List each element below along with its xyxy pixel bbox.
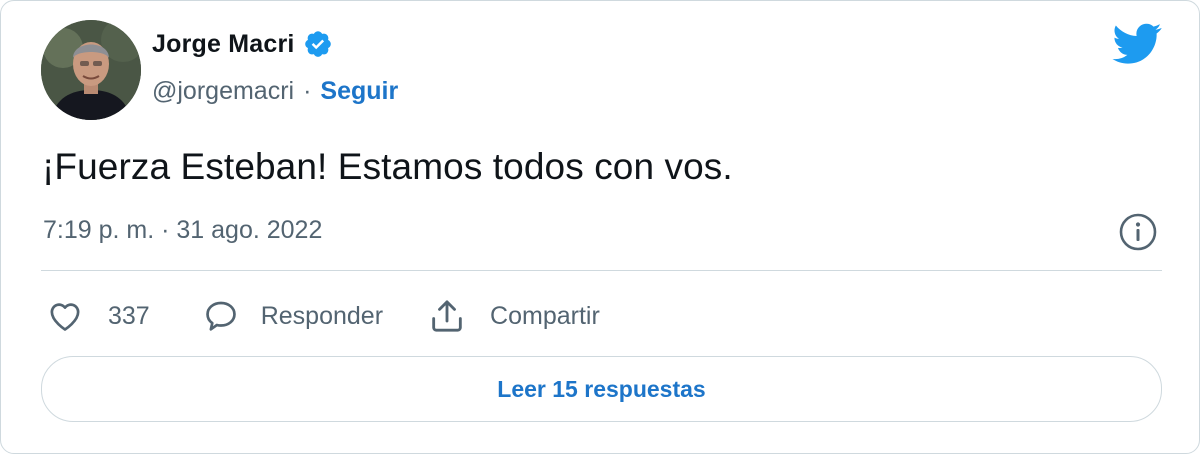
action-bar: 337 Responder Compartir: [46, 296, 600, 336]
share-button[interactable]: Compartir: [427, 296, 600, 336]
like-count: 337: [108, 301, 150, 330]
profile-photo: [41, 20, 141, 120]
share-label: Compartir: [490, 301, 600, 330]
author-name[interactable]: Jorge Macri: [152, 30, 295, 59]
author-name-row: Jorge Macri: [152, 29, 333, 59]
heart-icon: [50, 303, 80, 331]
verified-badge-icon: [304, 31, 331, 57]
speech-bubble-icon: [205, 301, 236, 331]
avatar[interactable]: [41, 20, 141, 120]
author-handle-row: @jorgemacri · Seguir: [152, 77, 398, 106]
tweet-timestamp[interactable]: 7:19 p. m. · 31 ago. 2022: [43, 216, 322, 245]
twitter-bird-icon[interactable]: [1112, 23, 1162, 65]
info-icon[interactable]: [1118, 212, 1158, 252]
follow-button[interactable]: Seguir: [320, 77, 398, 106]
handle-separator: ·: [303, 77, 312, 105]
divider: [41, 270, 1162, 271]
tweet-embed-card: Jorge Macri @jorgemacri · Seguir ¡Fuerza…: [0, 0, 1200, 454]
reply-button[interactable]: Responder: [202, 297, 427, 335]
author-handle[interactable]: @jorgemacri: [152, 77, 294, 106]
read-replies-button[interactable]: Leer 15 respuestas: [41, 356, 1162, 422]
like-button[interactable]: 337: [46, 297, 202, 335]
share-upload-icon: [432, 300, 462, 332]
reply-label: Responder: [260, 301, 384, 330]
tweet-text: ¡Fuerza Esteban! Estamos todos con vos.: [42, 146, 733, 187]
